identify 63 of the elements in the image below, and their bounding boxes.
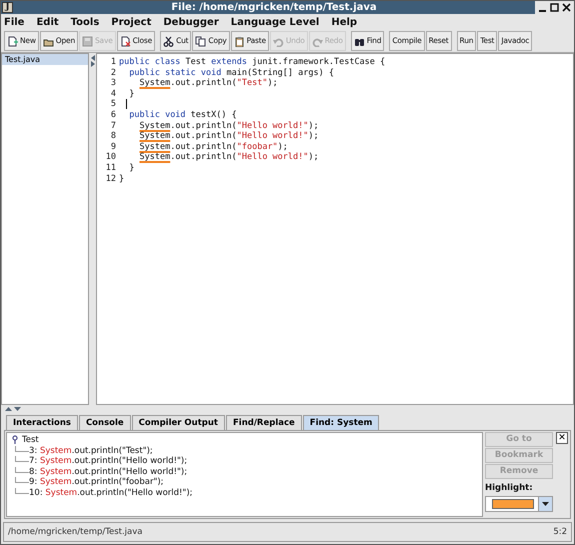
collapse-down-icon[interactable] bbox=[14, 407, 21, 411]
code-line: public class Test extends junit.framework.TestCase { bbox=[119, 57, 386, 68]
tab[interactable]: Console bbox=[78, 415, 131, 430]
redo-arrow-icon bbox=[312, 36, 323, 46]
code-line: public void testX() { bbox=[128, 110, 237, 121]
cursor-position: 5:2 bbox=[553, 526, 567, 538]
line-number: 1 bbox=[110, 57, 117, 68]
page-icon bbox=[7, 36, 18, 46]
window-title: File: /home/mgricken/temp/Test.java bbox=[170, 1, 378, 14]
menu-item[interactable]: File bbox=[4, 14, 24, 30]
code-line: System.out.println("Hello world!"); bbox=[138, 131, 319, 142]
line-number: 12 bbox=[104, 174, 117, 184]
line-number: 8 bbox=[110, 131, 117, 142]
code-line: public static void main(String[] args) { bbox=[128, 68, 334, 78]
page-close-icon bbox=[120, 36, 131, 46]
scissors-icon bbox=[163, 36, 174, 46]
search-result[interactable]: 8: System.out.println("Hello world!"); bbox=[29, 466, 188, 477]
search-result[interactable]: 3: System.out.println("Test"); bbox=[29, 446, 153, 456]
line-number: 7 bbox=[110, 120, 117, 132]
code-line: } bbox=[128, 88, 134, 100]
search-result[interactable]: 10: System.out.println("Hello world!"); bbox=[29, 488, 193, 498]
document-entry[interactable]: Test.java bbox=[2, 54, 88, 65]
menu-item[interactable]: Edit bbox=[36, 14, 59, 30]
search-result[interactable]: 7: System.out.println("Hello world!"); bbox=[29, 456, 188, 466]
pages-icon bbox=[195, 36, 206, 46]
code-line: } bbox=[128, 162, 134, 174]
tab[interactable]: Interactions bbox=[6, 415, 78, 430]
menu-item[interactable]: Tools bbox=[70, 14, 100, 30]
code-editor[interactable] bbox=[96, 53, 574, 405]
line-number: 6 bbox=[110, 110, 117, 121]
maximize-icon[interactable] bbox=[550, 2, 559, 13]
clipboard-icon bbox=[234, 36, 245, 46]
undo-arrow-icon bbox=[272, 36, 284, 46]
code-line: System.out.println("Hello world!"); bbox=[138, 120, 319, 132]
close-button[interactable]: ✕ bbox=[556, 432, 568, 444]
menu-item[interactable]: Help bbox=[331, 14, 358, 30]
code-line: System.out.println("Test"); bbox=[138, 78, 278, 89]
app-icon[interactable]: J bbox=[2, 2, 13, 13]
expanded-node-icon[interactable] bbox=[12, 435, 20, 446]
menu-item[interactable]: Project bbox=[111, 14, 152, 30]
color-dropdown[interactable] bbox=[485, 496, 553, 512]
menu-item[interactable]: Debugger bbox=[163, 14, 219, 30]
tree-node[interactable]: Test bbox=[22, 435, 39, 446]
highlight-label: Highlight: bbox=[485, 482, 534, 495]
line-number: 11 bbox=[104, 162, 117, 174]
expand-up-icon[interactable] bbox=[5, 407, 12, 411]
search-result[interactable]: 9: System.out.println("foobar"); bbox=[29, 477, 164, 488]
line-number: 5 bbox=[110, 99, 117, 110]
line-number: 10 bbox=[104, 152, 117, 163]
line-number: 4 bbox=[110, 88, 117, 100]
line-number: 2 bbox=[110, 68, 117, 78]
tab[interactable]: Find: System bbox=[302, 415, 380, 430]
line-number: 3 bbox=[110, 78, 117, 89]
status-path: /home/mgricken/temp/Test.java bbox=[8, 526, 142, 538]
tab[interactable]: Compiler Output bbox=[132, 415, 225, 430]
menu-item[interactable]: Language Level bbox=[230, 14, 320, 30]
tab[interactable]: Find/Replace bbox=[226, 415, 302, 430]
line-number: 9 bbox=[110, 142, 117, 152]
code-line: } bbox=[119, 174, 124, 184]
code-line: System.out.println("Hello world!"); bbox=[138, 152, 319, 163]
code-line: System.out.println("foobar"); bbox=[138, 142, 288, 152]
close-icon[interactable] bbox=[562, 2, 571, 13]
caret-icon bbox=[542, 502, 549, 506]
